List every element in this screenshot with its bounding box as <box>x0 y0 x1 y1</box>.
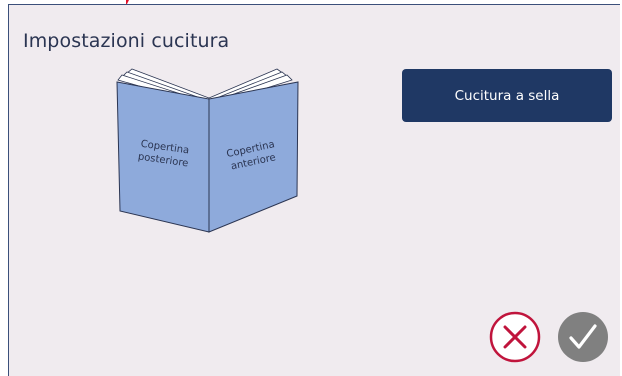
check-circle-icon <box>558 312 608 362</box>
dialog-title: Impostazioni cucitura <box>23 30 230 52</box>
saddle-stitch-button[interactable]: Cucitura a sella <box>402 69 612 122</box>
saddle-stitch-book-illustration: Copertina posteriore Copertina anteriore <box>116 68 299 233</box>
saddle-stitch-button-label: Cucitura a sella <box>454 87 560 104</box>
confirm-button[interactable] <box>557 311 609 363</box>
close-circle-icon <box>489 311 541 363</box>
cancel-button[interactable] <box>489 311 541 363</box>
